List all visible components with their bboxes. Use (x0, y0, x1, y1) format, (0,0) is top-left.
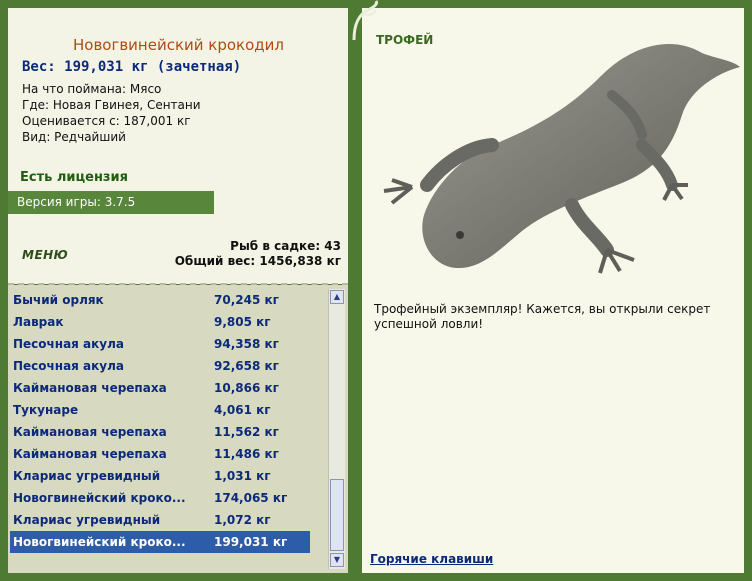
catch-weight: 70,245 кг (214, 293, 279, 307)
catch-name: Бычий орляк (13, 293, 104, 307)
catch-name: Каймановая черепаха (13, 381, 167, 395)
catch-name: Новогвинейский кроко... (13, 535, 186, 549)
list-item[interactable]: Лаврак 9,805 кг (10, 311, 310, 333)
list-item[interactable]: Новогвинейский кроко... 174,065 кг (10, 487, 310, 509)
scroll-thumb[interactable] (330, 479, 344, 551)
catch-list: Бычий орляк 70,245 кг Лаврак 9,805 кг Песочн… (10, 289, 310, 553)
fish-weight: Вес: 199,031 кг (зачетная) (22, 59, 242, 75)
catch-weight: 199,031 кг (214, 535, 288, 549)
menu-button[interactable]: МЕНЮ (22, 248, 68, 262)
catch-weight: 11,562 кг (214, 425, 279, 439)
game-version: Версия игры: 3.7.5 (8, 191, 214, 214)
list-item[interactable]: Песочная акула 94,358 кг (10, 333, 310, 355)
list-item[interactable]: Клариас угревидный 1,072 кг (10, 509, 310, 531)
catch-name: Клариас угревидный (13, 469, 161, 483)
kind-info: Вид: Редчайший (22, 130, 126, 144)
list-item[interactable]: Каймановая черепаха 10,866 кг (10, 377, 310, 399)
catch-weight: 94,358 кг (214, 337, 279, 351)
scroll-up-icon[interactable]: ▲ (330, 290, 344, 304)
list-item[interactable]: Клариас угревидный 1,031 кг (10, 465, 310, 487)
catch-name: Песочная акула (13, 337, 124, 351)
catch-name: Новогвинейский кроко... (13, 491, 186, 505)
list-item[interactable]: Песочная акула 92,658 кг (10, 355, 310, 377)
fish-name: Новогвинейский крокодил (72, 36, 284, 54)
list-item[interactable]: Каймановая черепаха 11,562 кг (10, 421, 310, 443)
catch-weight: 1,031 кг (214, 469, 271, 483)
catch-weight: 11,486 кг (214, 447, 279, 461)
list-item[interactable]: Тукунаре 4,061 кг (10, 399, 310, 421)
catch-name: Песочная акула (13, 359, 124, 373)
catch-weight: 4,061 кг (214, 403, 271, 417)
catch-name: Каймановая черепаха (13, 425, 167, 439)
list-item[interactable]: Новогвинейский кроко... 199,031 кг (10, 531, 310, 553)
catch-weight: 92,658 кг (214, 359, 279, 373)
license-status: Есть лицензия (20, 170, 128, 185)
trophy-description: Трофейный экземпляр! Кажется, вы открыли… (374, 302, 711, 331)
panel-divider (8, 283, 348, 285)
list-item[interactable]: Каймановая черепаха 11,486 кг (10, 443, 310, 465)
bait-info: На что поймана: Мясо (22, 82, 162, 96)
total-weight: Общий вес: 1456,838 кг (174, 254, 341, 268)
catch-name: Каймановая черепаха (13, 447, 167, 461)
catch-name: Тукунаре (13, 403, 79, 417)
catch-weight: 174,065 кг (214, 491, 288, 505)
catch-weight: 9,805 кг (214, 315, 271, 329)
hotkeys-link[interactable]: Горячие клавиши (370, 552, 493, 566)
location-info: Где: Новая Гвинея, Сентани (22, 98, 201, 112)
crocodile-image (383, 44, 740, 274)
list-item[interactable]: Бычий орляк 70,245 кг (10, 289, 310, 311)
fish-count: Рыб в садке: 43 (230, 239, 341, 253)
catch-list-scrollbar[interactable]: ▲ ▼ (328, 289, 345, 569)
catch-name: Клариас угревидный (13, 513, 161, 527)
scroll-down-icon[interactable]: ▼ (330, 553, 344, 567)
valued-from-info: Оценивается с: 187,001 кг (22, 114, 191, 128)
panel-gutter (348, 0, 362, 581)
catch-name: Лаврак (13, 315, 64, 329)
catch-weight: 1,072 кг (214, 513, 271, 527)
catch-weight: 10,866 кг (214, 381, 279, 395)
